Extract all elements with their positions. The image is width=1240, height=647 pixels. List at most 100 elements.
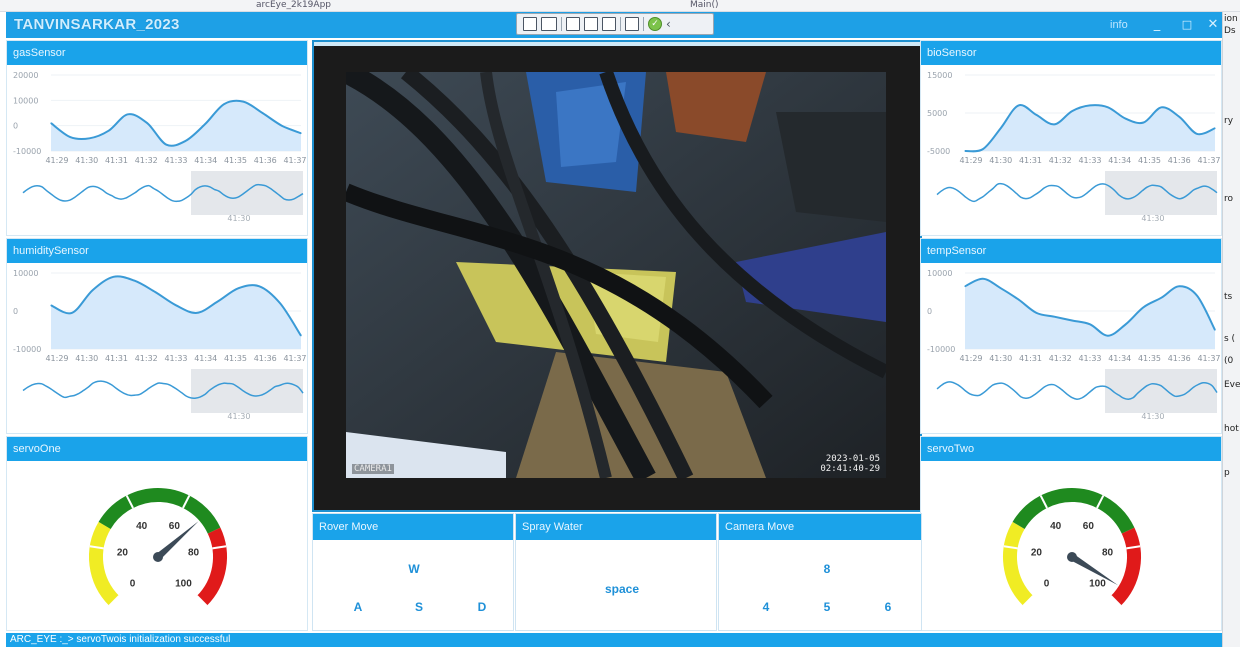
- data-point: [92, 289, 94, 291]
- data-point: [112, 276, 115, 278]
- camera-time: 02:41:40-29: [820, 464, 880, 474]
- x-tick-label: 41:31: [105, 156, 128, 165]
- y-tick-label: 10000: [927, 269, 952, 278]
- servo-one-gauge: 0 20 40 60 80 100: [89, 488, 227, 607]
- close-button[interactable]: ✕: [1202, 16, 1224, 34]
- video-icon[interactable]: [541, 17, 557, 31]
- data-point: [1196, 295, 1198, 297]
- servo-two-gauge: 0 20 40 60 80 100: [1003, 488, 1141, 607]
- host-tab-method[interactable]: Main(): [690, 0, 719, 11]
- temp-sensor-panel: tempSensor 10000 0 -10000 41:29 41:30 41:31 41…: [920, 238, 1222, 434]
- data-point: [165, 144, 167, 146]
- data-point: [88, 137, 91, 139]
- x-tick-label: 41:29: [959, 156, 982, 165]
- data-point: [1142, 121, 1145, 124]
- bio-sensor-chart[interactable]: 15000 5000 -5000 41:29 41:30 41:31 41:32 41:33 4…: [921, 65, 1223, 237]
- navigator-selection: [191, 171, 303, 215]
- humidity-sensor-chart[interactable]: 10000 0 -10000 41:29 41:30 41:31 41:32 41:33 41:…: [7, 263, 309, 435]
- x-tick-label: 41:33: [164, 156, 187, 165]
- x-tick-label: 41:34: [194, 156, 217, 165]
- host-snippet: Eve: [1224, 380, 1240, 390]
- data-point: [1000, 127, 1002, 129]
- data-point: [1196, 133, 1198, 135]
- host-snippet: hot: [1224, 424, 1239, 434]
- x-tick-label: 41:29: [45, 156, 68, 165]
- panel-title: gasSensor: [7, 41, 307, 65]
- x-tick-label: 41:36: [254, 156, 277, 165]
- x-tick-label: 41:32: [1049, 156, 1072, 165]
- navigator-label: 41:30: [1141, 412, 1164, 421]
- data-point: [237, 287, 240, 289]
- rover-back-key[interactable]: S: [407, 600, 431, 614]
- gas-sensor-chart[interactable]: 20000 10000 0 -10000 41:29 41:30 41:31 41:32 41:…: [7, 65, 309, 237]
- camera-right-key[interactable]: 6: [876, 600, 900, 614]
- temp-sensor-chart[interactable]: 10000 0 -10000 41:29 41:30 41:31 41:32 41:33 41:…: [921, 263, 1223, 435]
- app-title: TANVINSARKAR_2023: [14, 16, 180, 33]
- data-point: [154, 291, 156, 293]
- humidity-sensor-panel: humiditySensor 10000 0 -10000 41:29 41:30 41:…: [6, 238, 308, 434]
- data-point: [1178, 285, 1180, 287]
- panel-title: tempSensor: [921, 239, 1221, 263]
- host-tab-project[interactable]: arcEye_2k19App: [256, 0, 331, 11]
- data-point: [1053, 316, 1055, 318]
- title-bar[interactable]: TANVINSARKAR_2023 ✓ ‹ info _ □ ✕: [6, 12, 1222, 38]
- data-point: [1214, 127, 1216, 129]
- host-window-strip: arcEye_2k19App Main(): [0, 0, 1240, 12]
- camera-timestamp: 2023-01-05 02:41:40-29: [820, 454, 880, 474]
- data-point: [50, 304, 52, 306]
- data-point: [300, 132, 302, 134]
- collapse-arrow-icon[interactable]: ‹: [666, 17, 671, 31]
- binding-failures-icon[interactable]: [625, 17, 639, 31]
- navigator-selection: [1105, 171, 1217, 215]
- x-tick-label: 41:34: [1108, 156, 1131, 165]
- status-bar: ARC_EYE :_> servoTwois initialization su…: [6, 633, 1222, 647]
- navigator-label: 41:30: [1141, 214, 1164, 223]
- data-point: [982, 278, 984, 280]
- toolbar-divider: [643, 17, 644, 31]
- maximize-button[interactable]: □: [1176, 16, 1198, 34]
- data-point: [279, 302, 281, 304]
- track-focus-icon[interactable]: [602, 17, 616, 31]
- live-visual-tree-icon[interactable]: [523, 17, 537, 31]
- data-point: [108, 130, 110, 132]
- y-tick-label: 10000: [13, 269, 38, 278]
- camera-feed-frame: CAMERA1 2023-01-05 02:41:40-29: [312, 40, 922, 512]
- data-point: [964, 285, 966, 287]
- data-point: [1142, 306, 1145, 308]
- y-tick-label: -5000: [927, 147, 950, 156]
- gauge-tick-label: 40: [1050, 521, 1062, 532]
- rover-right-key[interactable]: D: [470, 600, 494, 614]
- camera-left-key[interactable]: 4: [754, 600, 778, 614]
- panel-title: servoTwo: [921, 437, 1221, 461]
- camera-down-key[interactable]: 5: [815, 600, 839, 614]
- navigator-selection: [1105, 369, 1217, 413]
- data-point: [1125, 323, 1127, 325]
- info-label[interactable]: info: [1110, 19, 1128, 31]
- check-icon[interactable]: ✓: [648, 17, 662, 31]
- y-tick-label: 15000: [927, 71, 952, 80]
- x-tick-label: 41:31: [1019, 354, 1042, 363]
- data-point: [50, 122, 52, 124]
- rover-forward-key[interactable]: W: [402, 562, 426, 576]
- rover-left-key[interactable]: A: [346, 600, 370, 614]
- data-point: [1071, 110, 1073, 112]
- minimize-button[interactable]: _: [1146, 16, 1168, 34]
- select-element-icon[interactable]: [566, 17, 580, 31]
- screen: arcEye_2k19App Main() ion Ds ry ro ts s …: [0, 0, 1240, 647]
- data-point: [964, 150, 966, 152]
- y-tick-label: 10000: [13, 96, 38, 105]
- camera-move-panel: Camera Move 8 4 5 6: [718, 513, 922, 631]
- host-side-panel: ion Ds ry ro ts s ( (0 Eve hot p: [1222, 12, 1240, 647]
- camera-up-key[interactable]: 8: [815, 562, 839, 576]
- x-tick-label: 41:37: [283, 156, 306, 165]
- data-point: [281, 125, 283, 127]
- x-tick-label: 41:36: [1168, 354, 1191, 363]
- gauge-tick-label: 0: [130, 578, 136, 589]
- toolbar-divider: [561, 17, 562, 31]
- gauge-tick-label: 100: [1089, 578, 1106, 589]
- y-tick-label: 20000: [13, 71, 38, 80]
- display-layout-adorners-icon[interactable]: [584, 17, 598, 31]
- spray-key[interactable]: space: [592, 582, 652, 596]
- data-point: [1125, 118, 1127, 120]
- x-tick-label: 41:37: [283, 354, 306, 363]
